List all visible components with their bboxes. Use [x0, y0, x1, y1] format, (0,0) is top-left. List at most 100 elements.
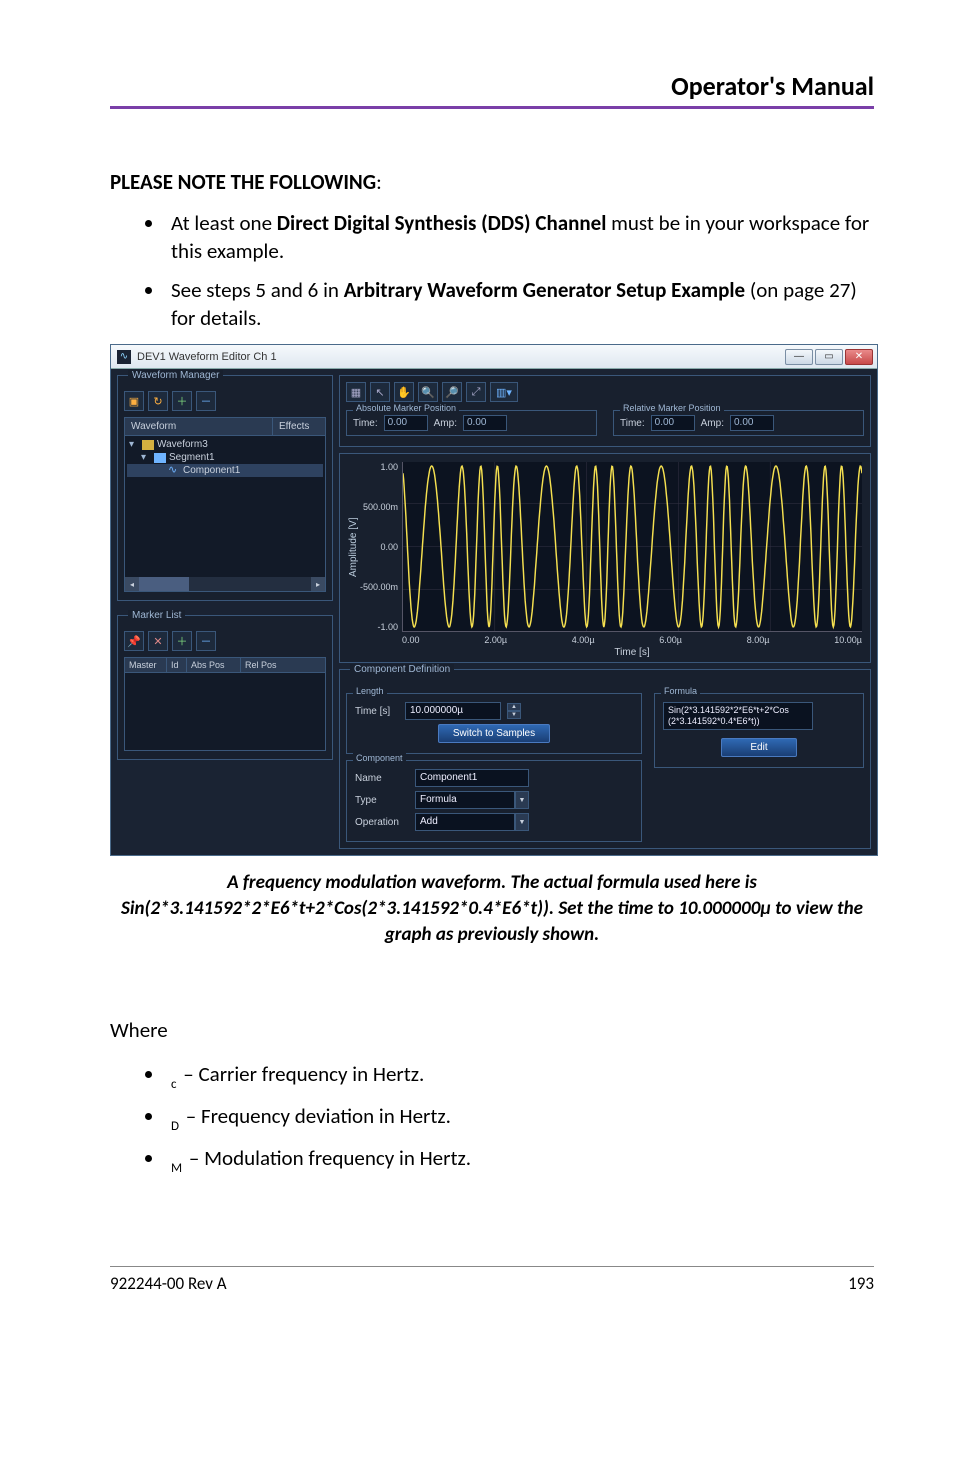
y-tick: -500.00m: [360, 582, 398, 592]
x-axis-ticks: 0.00 2.00µ 4.00µ 6.00µ 8.00µ 10.00µ: [402, 632, 862, 645]
x-tick: 0.00: [402, 635, 420, 645]
hand-icon[interactable]: ✋: [394, 382, 414, 402]
collapse-icon[interactable]: ▾: [141, 452, 151, 463]
where-item-deviation: D – Frequency deviation in Hertz.: [165, 1101, 874, 1135]
col-abspos[interactable]: Abs Pos: [187, 658, 241, 672]
time-label: Time [s]: [355, 706, 399, 717]
scroll-right-icon[interactable]: ▸: [311, 577, 325, 591]
titlebar[interactable]: ∿ DEV1 Waveform Editor Ch 1 — ▭ ✕: [111, 345, 877, 369]
note-bullet-2: See steps 5 and 6 in Arbitrary Waveform …: [165, 276, 874, 333]
col-waveform[interactable]: Waveform: [125, 418, 273, 435]
tree-hscrollbar[interactable]: ◂ ▸: [125, 577, 325, 591]
time-input[interactable]: 10.000000µ: [405, 702, 501, 720]
tree-node-component[interactable]: Component1: [127, 464, 323, 477]
marker-table-body[interactable]: [124, 673, 326, 751]
figure-caption: A frequency modulation waveform. The act…: [120, 870, 864, 947]
operation-value: Add: [415, 813, 515, 831]
scroll-track[interactable]: [139, 577, 311, 591]
tree-node-waveform[interactable]: ▾ Waveform3: [127, 438, 323, 451]
fit-icon[interactable]: ⤢: [466, 382, 486, 402]
abs-amp-label: Amp:: [434, 418, 457, 429]
new-waveform-icon[interactable]: ▣: [124, 391, 144, 411]
add-icon[interactable]: ＋: [172, 391, 192, 411]
relative-marker-group: Relative Marker Position Time: 0.00 Amp:…: [613, 410, 864, 436]
close-button[interactable]: ✕: [845, 349, 873, 365]
x-tick: 8.00µ: [747, 635, 770, 645]
rel-time-field[interactable]: 0.00: [651, 415, 695, 431]
chart-toolbar-panel: ▦ ↖ ✋ 🔍 🔎 ⤢ ▥▾ Absolute Marker Position …: [339, 375, 871, 447]
b2-pre: See steps 5 and 6 in: [171, 277, 344, 303]
rel-amp-field[interactable]: 0.00: [730, 415, 774, 431]
edit-formula-button[interactable]: Edit: [721, 738, 796, 757]
segment-icon: [154, 453, 166, 463]
window-title: DEV1 Waveform Editor Ch 1: [137, 351, 277, 363]
component-group: Component Name Component1 Type Formula▼: [346, 760, 642, 842]
waveform-plot[interactable]: [402, 462, 862, 632]
x-tick: 6.00µ: [659, 635, 682, 645]
time-spinner[interactable]: ▲▼: [507, 703, 521, 719]
note-bullet-1: At least one Direct Digital Synthesis (D…: [165, 209, 874, 266]
marker-plus-icon[interactable]: ＋: [172, 631, 192, 651]
zoom-out-icon[interactable]: 🔎: [442, 382, 462, 402]
name-input[interactable]: Component1: [415, 769, 529, 787]
waveform-tree[interactable]: ▾ Waveform3 ▾ Segment1 Component: [124, 436, 326, 592]
rel-amp-label: Amp:: [701, 418, 724, 429]
sub-c: c: [171, 1077, 177, 1092]
absolute-marker-group: Absolute Marker Position Time: 0.00 Amp:…: [346, 410, 597, 436]
spin-up-icon[interactable]: ▲: [507, 703, 521, 711]
note-heading-colon: :: [376, 169, 382, 195]
col-effects[interactable]: Effects: [273, 418, 325, 435]
where-text: – Frequency deviation in Hertz.: [181, 1103, 451, 1129]
tree-label: Component1: [183, 465, 240, 476]
remove-icon[interactable]: －: [196, 391, 216, 411]
note-heading-text: PLEASE NOTE THE FOLLOWING: [110, 169, 376, 195]
minimize-button[interactable]: —: [785, 349, 813, 365]
switch-to-samples-button[interactable]: Switch to Samples: [438, 724, 550, 743]
cursor-icon[interactable]: ↖: [370, 382, 390, 402]
tree-node-segment[interactable]: ▾ Segment1: [127, 451, 323, 464]
chevron-down-icon[interactable]: ▼: [515, 813, 529, 831]
note-heading: PLEASE NOTE THE FOLLOWING:: [110, 169, 874, 195]
folder-icon: [142, 440, 154, 450]
maximize-button[interactable]: ▭: [815, 349, 843, 365]
formula-line1: Sin(2*3.141592*2*E6*t+2*Cos: [668, 705, 789, 715]
y-tick: 1.00: [380, 462, 398, 472]
abs-time-field[interactable]: 0.00: [384, 415, 428, 431]
col-master[interactable]: Master: [125, 658, 167, 672]
where-text: – Carrier frequency in Hertz.: [179, 1061, 425, 1087]
type-combo[interactable]: Formula▼: [415, 791, 529, 809]
page-header-title: Operator's Manual: [110, 70, 874, 106]
tree-label: Segment1: [169, 452, 215, 463]
marker-table-header: Master Id Abs Pos Rel Pos: [124, 657, 326, 673]
spin-down-icon[interactable]: ▼: [507, 711, 521, 719]
operation-combo[interactable]: Add▼: [415, 813, 529, 831]
abs-marker-title: Absolute Marker Position: [353, 403, 459, 413]
formula-title: Formula: [661, 686, 700, 696]
scroll-left-icon[interactable]: ◂: [125, 577, 139, 591]
marker-delete-icon[interactable]: ✕: [148, 631, 168, 651]
abs-amp-field[interactable]: 0.00: [463, 415, 507, 431]
y-tick: 0.00: [380, 542, 398, 552]
waveform-chart-panel: Amplitude [V] 1.00 500.00m 0.00 -500.00m…: [339, 453, 871, 663]
refresh-icon[interactable]: ↻: [148, 391, 168, 411]
y-axis-label: Amplitude [V]: [348, 462, 362, 632]
scroll-thumb[interactable]: [139, 577, 189, 591]
export-icon[interactable]: ▥▾: [490, 382, 518, 402]
waveform-table-header: Waveform Effects: [124, 417, 326, 436]
length-title: Length: [353, 686, 387, 696]
col-id[interactable]: Id: [167, 658, 187, 672]
chevron-down-icon[interactable]: ▼: [515, 791, 529, 809]
grid-icon[interactable]: ▦: [346, 382, 366, 402]
footer-revision: 922244-00 Rev A: [110, 1273, 227, 1294]
col-relpos[interactable]: Rel Pos: [241, 658, 325, 672]
component-icon: [168, 466, 180, 476]
b1-pre: At least one: [171, 210, 277, 236]
marker-add-icon[interactable]: 📌: [124, 631, 144, 651]
collapse-icon[interactable]: ▾: [129, 439, 139, 450]
y-tick: -1.00: [377, 622, 398, 632]
type-label: Type: [355, 795, 409, 806]
b2-bold: Arbitrary Waveform Generator Setup Examp…: [344, 277, 745, 303]
y-axis-ticks: 1.00 500.00m 0.00 -500.00m -1.00: [362, 462, 402, 632]
marker-minus-icon[interactable]: －: [196, 631, 216, 651]
zoom-in-icon[interactable]: 🔍: [418, 382, 438, 402]
